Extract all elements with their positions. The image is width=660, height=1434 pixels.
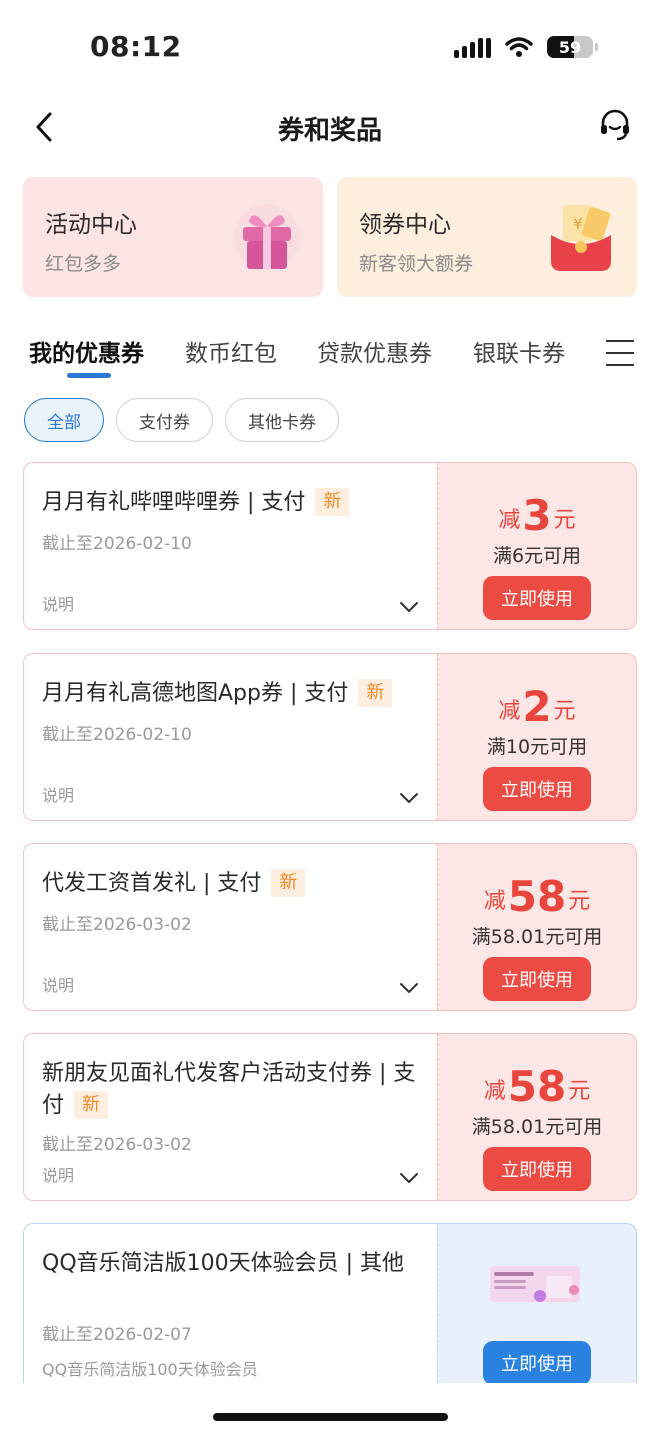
amount-unit: 元 <box>553 699 576 724</box>
use-now-button[interactable]: 立即使用 <box>483 576 591 620</box>
chip-payment-coupons[interactable]: 支付券 <box>116 398 213 442</box>
use-now-button[interactable]: 立即使用 <box>483 957 591 1001</box>
amount-unit: 元 <box>553 508 576 533</box>
use-now-button[interactable]: 立即使用 <box>483 767 591 811</box>
coupon-condition: 满58.01元可用 <box>471 1116 603 1138</box>
coupon-info: 新朋友见面礼代发客户活动支付券 | 支付新 截止至2026-03-02 说明 <box>23 1033 437 1201</box>
coupon-center-card[interactable]: 领券中心 新客领大额券 ¥ <box>337 177 637 297</box>
banner-row: 活动中心 红包多多 领券中心 新客领大额券 ¥ <box>23 177 637 297</box>
coupon-title-row: 月月有礼哔哩哔哩券 | 支付新 <box>42 487 422 519</box>
amount-unit: 元 <box>568 1079 591 1104</box>
chevron-down-icon[interactable] <box>399 982 419 994</box>
coupon-condition: 满10元可用 <box>486 736 588 758</box>
amount-prefix: 减 <box>483 889 506 914</box>
chevron-down-icon[interactable] <box>399 792 419 804</box>
new-badge: 新 <box>358 679 393 707</box>
coupon-amount: 减2元 <box>438 682 636 731</box>
new-badge: 新 <box>271 869 306 897</box>
page-title: 券和奖品 <box>277 116 382 146</box>
coupon-description-label[interactable]: 说明 <box>42 972 74 996</box>
coupon-title: 代发工资首发礼 | 支付 <box>42 871 262 896</box>
coupon-info: 月月有礼高德地图App券 | 支付新 截止至2026-02-10 说明 <box>23 653 437 821</box>
coupon-value-panel: 减58元 满58.01元可用 立即使用 <box>437 1033 637 1201</box>
status-bar: 08:12 59 <box>0 0 660 96</box>
coupon-info: QQ音乐简洁版100天体验会员 | 其他 截止至2026-02-07 QQ音乐简… <box>23 1223 437 1383</box>
tab-unionpay-coupons[interactable]: 银联卡券 <box>473 334 565 368</box>
coupon-amount: 减58元 <box>438 872 636 921</box>
new-badge: 新 <box>315 488 350 516</box>
use-now-button[interactable]: 立即使用 <box>483 1341 591 1383</box>
coupon-expiry: 截止至2026-02-07 <box>42 1325 192 1345</box>
use-now-button[interactable]: 立即使用 <box>483 1147 591 1191</box>
coupon-title: QQ音乐简洁版100天体验会员 | 其他 <box>42 1251 405 1276</box>
amount-value: 2 <box>522 682 552 731</box>
tab-my-coupons[interactable]: 我的优惠券 <box>29 334 144 368</box>
coupon-value-panel: 减2元 满10元可用 立即使用 <box>437 653 637 821</box>
coupon-card: 月月有礼哔哩哔哩券 | 支付新 截止至2026-02-10 说明 减3元 满6元… <box>23 462 637 630</box>
coupon-value-panel: 减3元 满6元可用 立即使用 <box>437 462 637 630</box>
chip-all[interactable]: 全部 <box>24 398 104 442</box>
coupon-expiry: 截止至2026-03-02 <box>42 915 192 935</box>
coupon-card: 代发工资首发礼 | 支付新 截止至2026-03-02 说明 减58元 满58.… <box>23 843 637 1011</box>
coupon-description-label[interactable]: 说明 <box>42 591 74 615</box>
battery-level: 59 <box>558 37 582 57</box>
filter-chips: 全部 支付券 其他卡券 <box>24 398 339 442</box>
coupon-description-label[interactable]: 说明 <box>42 1162 74 1186</box>
coupon-expiry: 截止至2026-02-10 <box>42 534 192 554</box>
coupon-card: 新朋友见面礼代发客户活动支付券 | 支付新 截止至2026-03-02 说明 减… <box>23 1033 637 1201</box>
status-time: 08:12 <box>90 30 182 63</box>
coupon-card: 月月有礼高德地图App券 | 支付新 截止至2026-02-10 说明 减2元 … <box>23 653 637 821</box>
coupon-condition: 满58.01元可用 <box>471 926 603 948</box>
tab-loan-coupons[interactable]: 贷款优惠券 <box>317 334 432 368</box>
menu-icon[interactable] <box>606 340 634 366</box>
status-icons: 59 <box>454 36 598 58</box>
amount-prefix: 减 <box>498 699 521 724</box>
amount-value: 58 <box>507 1062 567 1111</box>
nav-bar: 券和奖品 <box>0 96 660 156</box>
coupon-value-panel: 立即使用 <box>437 1223 637 1383</box>
tab-digital-red-packets[interactable]: 数币红包 <box>185 334 277 368</box>
coupon-description: QQ音乐简洁版100天体验会员 <box>42 1360 258 1379</box>
qq-music-membership-image <box>490 1266 580 1302</box>
headset-icon <box>601 109 629 141</box>
svg-text:¥: ¥ <box>573 214 583 233</box>
coupon-title-row: 代发工资首发礼 | 支付新 <box>42 868 422 900</box>
coupon-title: 月月有礼高德地图App券 | 支付 <box>42 681 349 706</box>
amount-value: 3 <box>522 491 552 540</box>
new-badge: 新 <box>74 1091 109 1119</box>
coupon-title-row: 新朋友见面礼代发客户活动支付券 | 支付新 <box>42 1058 422 1122</box>
customer-service-button[interactable] <box>598 108 632 142</box>
tab-bar: 我的优惠券 数币红包 贷款优惠券 银联卡券 <box>0 330 660 382</box>
coupon-amount: 减3元 <box>438 491 636 540</box>
coupon-amount: 减58元 <box>438 1062 636 1111</box>
coupon-condition: 满6元可用 <box>492 545 582 567</box>
battery-icon: 59 <box>547 36 598 58</box>
chevron-down-icon[interactable] <box>399 601 419 613</box>
coupon-title: 月月有礼哔哩哔哩券 | 支付 <box>42 490 306 515</box>
coupon-card: QQ音乐简洁版100天体验会员 | 其他 截止至2026-02-07 QQ音乐简… <box>23 1223 637 1383</box>
red-envelope-icon: ¥ <box>551 205 611 271</box>
coupon-value-panel: 减58元 满58.01元可用 立即使用 <box>437 843 637 1011</box>
gift-box-icon <box>234 204 300 270</box>
coupon-info: 代发工资首发礼 | 支付新 截止至2026-03-02 说明 <box>23 843 437 1011</box>
chevron-down-icon[interactable] <box>399 1172 419 1184</box>
amount-prefix: 减 <box>498 508 521 533</box>
coupon-title-row: 月月有礼高德地图App券 | 支付新 <box>42 678 422 710</box>
amount-value: 58 <box>507 872 567 921</box>
cellular-signal-icon <box>454 36 491 58</box>
chip-other-coupons[interactable]: 其他卡券 <box>225 398 339 442</box>
home-indicator <box>213 1413 448 1421</box>
amount-prefix: 减 <box>483 1079 506 1104</box>
coupon-expiry: 截止至2026-03-02 <box>42 1135 192 1155</box>
amount-unit: 元 <box>568 889 591 914</box>
wifi-icon <box>505 37 533 57</box>
coupon-expiry: 截止至2026-02-10 <box>42 725 192 745</box>
active-tab-indicator <box>67 373 111 378</box>
coupon-info: 月月有礼哔哩哔哩券 | 支付新 截止至2026-02-10 说明 <box>23 462 437 630</box>
coupon-description-label[interactable]: 说明 <box>42 782 74 806</box>
activity-center-card[interactable]: 活动中心 红包多多 <box>23 177 323 297</box>
